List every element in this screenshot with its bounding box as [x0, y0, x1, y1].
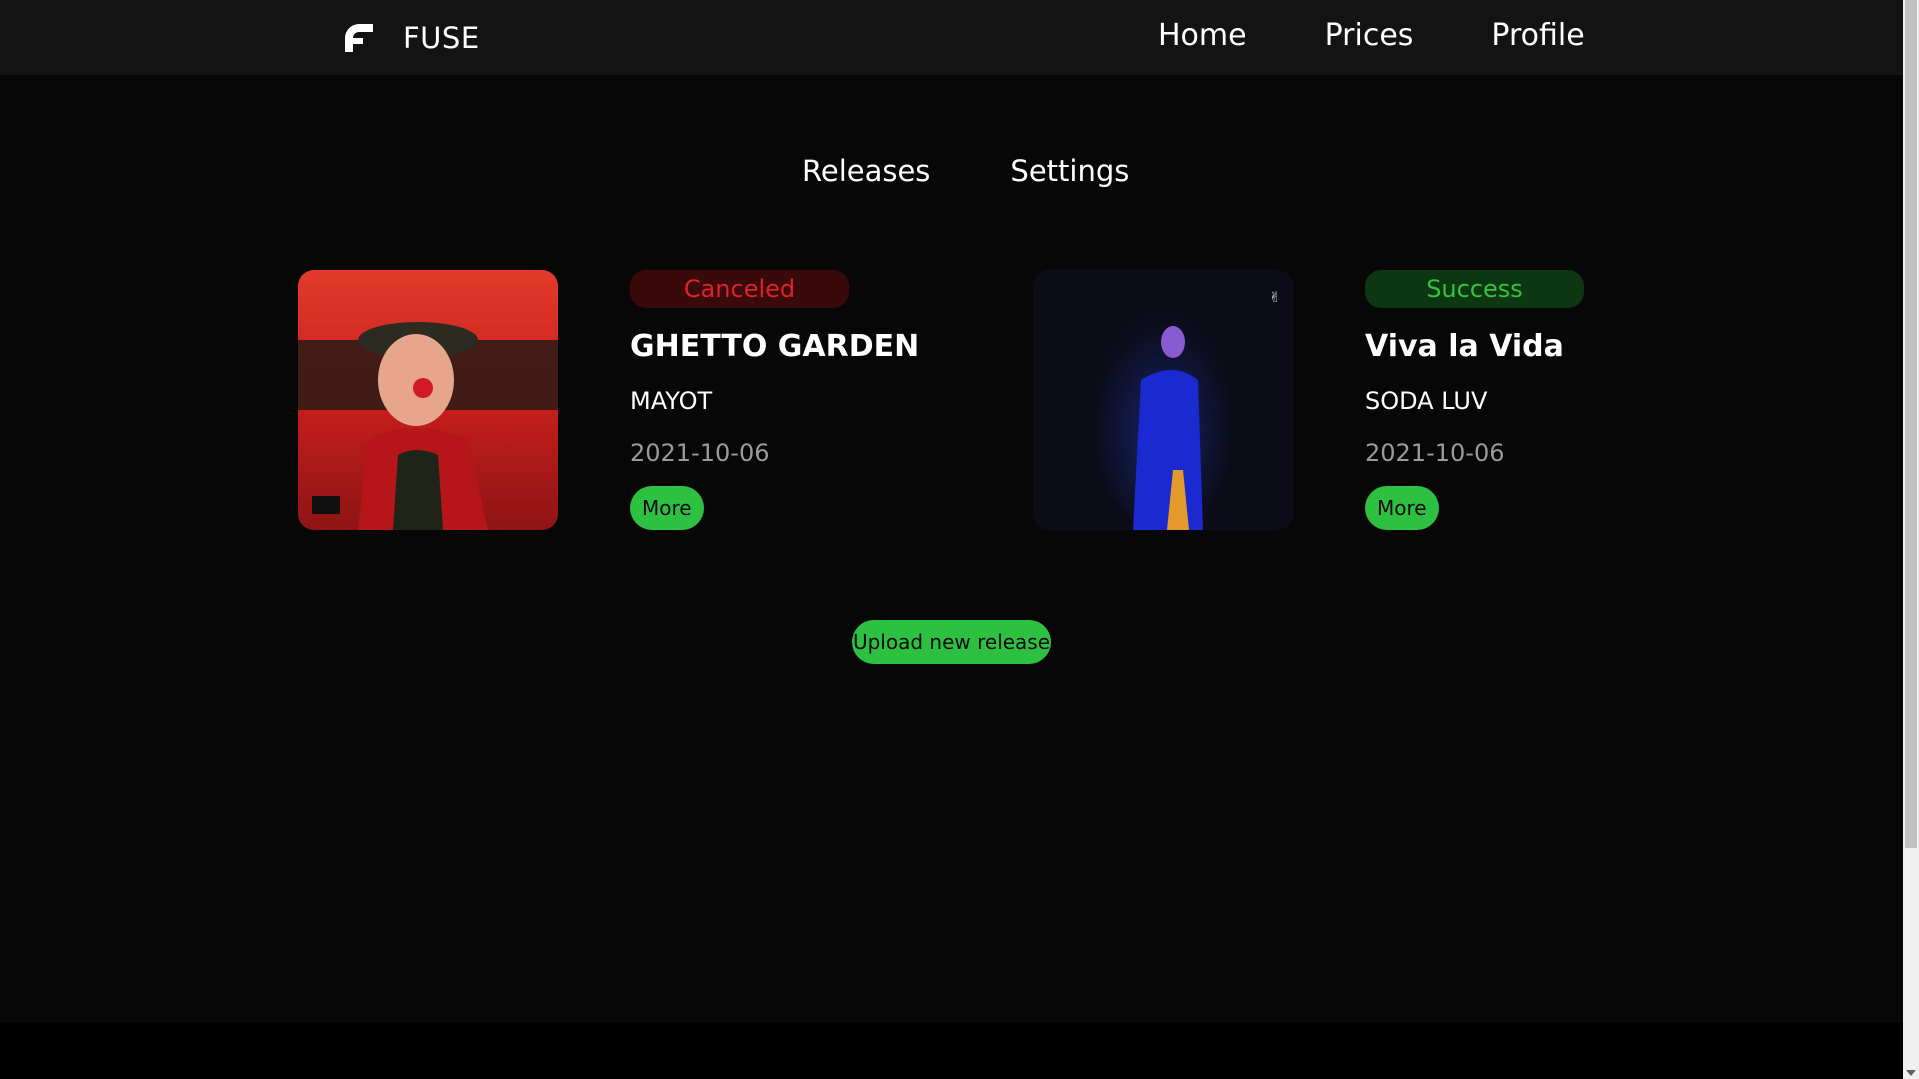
footer-strip [0, 1023, 1903, 1079]
status-badge: Success [1365, 270, 1584, 308]
more-button[interactable]: More [630, 486, 704, 530]
release-card: Canceled GHETTO GARDEN MAYOT 2021-10-06 … [298, 270, 998, 540]
release-artist: MAYOT [630, 387, 713, 415]
brand-name: FUSE [403, 21, 480, 55]
scroll-down-arrow-icon[interactable] [1906, 1070, 1916, 1076]
release-info: Success Viva la Vida SODA LUV 2021-10-06… [1365, 270, 1705, 530]
cover-art-dark-blue: ✌ [1033, 270, 1293, 530]
status-badge: Canceled [630, 270, 849, 308]
cover-art-red [298, 270, 558, 530]
fuse-logo-icon [345, 24, 373, 52]
release-cover-image: ✌ [1033, 270, 1293, 530]
release-card: ✌ Success Viva la Vida SODA LUV 2021-10-… [1033, 270, 1733, 540]
tab-settings[interactable]: Settings [1010, 154, 1129, 188]
more-button[interactable]: More [1365, 486, 1439, 530]
release-title: Viva la Vida [1365, 329, 1564, 364]
top-navbar: FUSE Home Prices Profile [0, 0, 1903, 75]
release-artist: SODA LUV [1365, 387, 1488, 415]
page-scrollbar[interactable] [1903, 0, 1919, 1079]
release-cover-image [298, 270, 558, 530]
release-title: GHETTO GARDEN [630, 329, 920, 364]
upload-new-release-button[interactable]: Upload new release [852, 620, 1051, 664]
nav-link-home[interactable]: Home [1158, 18, 1247, 53]
scrollbar-thumb[interactable] [1905, 0, 1917, 848]
page: FUSE Home Prices Profile Releases Settin… [0, 0, 1919, 1079]
brand[interactable]: FUSE [343, 19, 480, 57]
tab-releases[interactable]: Releases [802, 154, 930, 188]
release-date: 2021-10-06 [1365, 439, 1505, 467]
release-info: Canceled GHETTO GARDEN MAYOT 2021-10-06 … [630, 270, 970, 530]
nav-link-prices[interactable]: Prices [1325, 18, 1414, 53]
svg-text:✌: ✌ [1269, 290, 1281, 306]
release-date: 2021-10-06 [630, 439, 770, 467]
nav-link-profile[interactable]: Profile [1491, 18, 1584, 53]
nav-links: Home Prices Profile [1158, 18, 1585, 53]
main-content: Releases Settings Canceled GHETTO GARDEN… [0, 75, 1903, 1023]
section-tabs: Releases Settings [802, 154, 1129, 188]
